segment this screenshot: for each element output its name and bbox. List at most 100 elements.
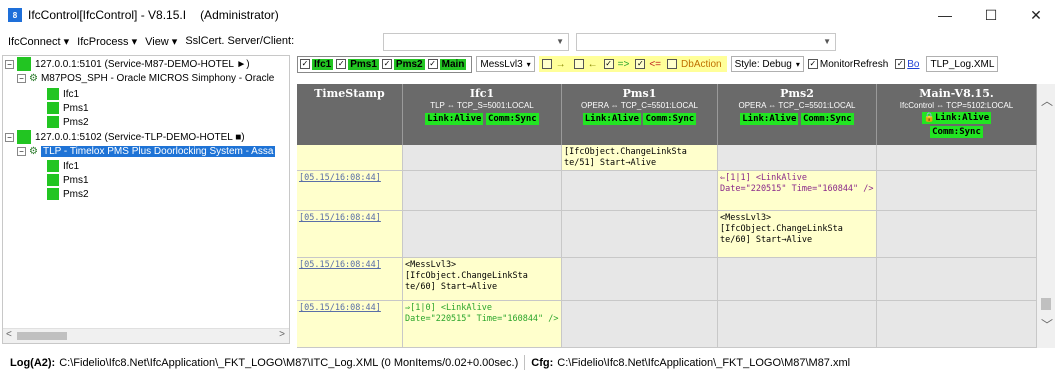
close-button[interactable]: ✕ bbox=[1013, 0, 1059, 30]
column-title: Ifc1 bbox=[469, 87, 495, 100]
scroll-up-icon[interactable]: ︿ bbox=[1041, 92, 1053, 109]
status-green-icon bbox=[47, 160, 59, 172]
tree-horizontal-scrollbar[interactable]: < > bbox=[3, 328, 289, 343]
maximize-button[interactable]: ☐ bbox=[968, 0, 1014, 30]
cfg-path: C:\Fidelio\Ifc8.Net\IfcApplication\_FKT_… bbox=[557, 356, 851, 369]
mess-level-select[interactable]: MessLvl3 ▾ bbox=[476, 56, 535, 72]
table-cell bbox=[562, 171, 718, 211]
link-status-badge: Link:Alive bbox=[425, 113, 484, 125]
pms1-checkbox[interactable]: ✓ Pms1 bbox=[336, 58, 379, 70]
arrow-right-checkbox[interactable] bbox=[541, 59, 552, 69]
table-row-timestamp[interactable]: [05.15/16:08:44] bbox=[297, 258, 403, 301]
column-header-ifc1[interactable]: Ifc1 TLP ⇔ TCP_S=5001:LOCAL Link:Alive C… bbox=[403, 84, 562, 145]
tree-node-label: Ifc1 bbox=[63, 88, 80, 100]
cfg-label: Cfg: bbox=[531, 356, 554, 369]
log-path: C:\Fidelio\Ifc8.Net\IfcApplication\_FKT_… bbox=[59, 356, 519, 369]
column-title: Main-V8.15. bbox=[919, 87, 994, 100]
style-select[interactable]: Style: Debug ▾ bbox=[730, 56, 804, 72]
device-icon: ⚙ bbox=[29, 72, 38, 84]
check-icon: ✓ bbox=[300, 59, 310, 69]
table-row-timestamp[interactable] bbox=[297, 145, 403, 171]
status-green-icon bbox=[47, 102, 59, 114]
column-header-timestamp[interactable]: TimeStamp bbox=[297, 84, 403, 145]
tree-node-pms2[interactable]: Pms2 bbox=[47, 187, 89, 201]
column-subtitle: IfcControl ⇔ TCP=5102:LOCAL bbox=[899, 101, 1014, 110]
arrow-left-checkbox[interactable] bbox=[573, 59, 584, 69]
main-checkbox[interactable]: ✓ Main bbox=[427, 58, 467, 70]
log-file-button[interactable]: TLP_Log.XML bbox=[926, 56, 999, 72]
style-value: Style: Debug bbox=[734, 58, 792, 70]
tree-node-pms1[interactable]: Pms1 bbox=[47, 173, 89, 187]
tree-node-service-tlp[interactable]: − 127.0.0.1:5102 (Service-TLP-DEMO-HOTEL… bbox=[5, 130, 245, 144]
menu-view[interactable]: View ▾ bbox=[145, 35, 177, 48]
table-row-timestamp[interactable]: [05.15/16:08:44] bbox=[297, 301, 403, 348]
table-cell bbox=[877, 301, 1037, 348]
table-row-timestamp[interactable]: [05.15/16:08:44] bbox=[297, 211, 403, 258]
scroll-left-icon[interactable]: < bbox=[6, 329, 12, 340]
tree-node-pms2[interactable]: Pms2 bbox=[47, 115, 89, 129]
link-status-badge: Link:Alive bbox=[740, 113, 799, 125]
column-header-pms1[interactable]: Pms1 OPERA ⇔ TCP_C=5501:LOCAL Link:Alive… bbox=[562, 84, 718, 145]
menu-ifcconnect[interactable]: IfcConnect ▾ bbox=[8, 35, 69, 48]
column-title: TimeStamp bbox=[314, 87, 385, 100]
table-cell bbox=[877, 171, 1037, 211]
connection-tree[interactable]: − 127.0.0.1:5101 (Service-M87-DEMO-HOTEL… bbox=[2, 55, 290, 344]
table-cell-message[interactable]: [IfcObject.ChangeLinkSta te/51] Start→Al… bbox=[562, 145, 718, 171]
table-cell bbox=[562, 211, 718, 258]
tree-node-service-m87[interactable]: − 127.0.0.1:5101 (Service-M87-DEMO-HOTEL… bbox=[5, 57, 250, 71]
window-admin-label: (Administrator) bbox=[200, 8, 279, 22]
table-cell-message[interactable]: ⇒[1|0] <LinkAlive Date="220515" Time="16… bbox=[403, 301, 562, 348]
arrow-back-label: <= bbox=[649, 58, 662, 70]
tree-node-ifc1[interactable]: Ifc1 bbox=[47, 159, 79, 173]
comm-status-badge: Comm:Sync bbox=[930, 126, 983, 138]
comm-status-badge: Comm:Sync bbox=[643, 113, 697, 125]
table-cell bbox=[403, 211, 562, 258]
bo-checkbox[interactable]: ✓ Bo bbox=[895, 59, 919, 70]
tree-node-tlp[interactable]: − ⚙ TLP - Timelox PMS Plus Doorlocking S… bbox=[17, 144, 276, 158]
scroll-right-icon[interactable]: > bbox=[279, 329, 285, 340]
table-cell-message[interactable]: <MessLvl3> [IfcObject.ChangeLinkSta te/6… bbox=[403, 258, 562, 301]
collapse-icon[interactable]: − bbox=[5, 59, 14, 69]
comm-status-badge: Comm:Sync bbox=[485, 113, 539, 125]
tree-node-ifc1[interactable]: Ifc1 bbox=[47, 87, 79, 101]
ifc1-checkbox[interactable]: ✓ Ifc1 bbox=[300, 58, 334, 70]
table-cell-message[interactable]: <MessLvl3> [IfcObject.ChangeLinkSta te/6… bbox=[718, 211, 877, 258]
scrollbar-thumb[interactable] bbox=[1041, 298, 1051, 310]
grid-vertical-scrollbar[interactable]: ︿ ﹀ bbox=[1037, 84, 1055, 348]
table-cell bbox=[877, 145, 1037, 171]
ssl-client-combo[interactable]: ▼ bbox=[576, 33, 836, 51]
db-action-checkbox[interactable] bbox=[667, 59, 678, 69]
table-row-timestamp[interactable]: [05.15/16:08:44] bbox=[297, 171, 403, 211]
scroll-down-icon[interactable]: ﹀ bbox=[1041, 316, 1053, 333]
chevron-down-icon: ▼ bbox=[556, 37, 564, 46]
tree-node-pms1[interactable]: Pms1 bbox=[47, 101, 89, 115]
db-action-label: DbAction bbox=[681, 58, 722, 70]
arrow-right-label: → bbox=[555, 58, 566, 70]
minimize-button[interactable]: — bbox=[922, 0, 968, 30]
pms2-checkbox[interactable]: ✓ Pms2 bbox=[381, 58, 425, 70]
tree-node-label: TLP - Timelox PMS Plus Doorlocking Syste… bbox=[40, 145, 276, 157]
table-cell bbox=[718, 258, 877, 301]
arrow-both-checkbox[interactable]: ✓ bbox=[603, 59, 614, 69]
ssl-server-combo[interactable]: ▼ bbox=[383, 33, 569, 51]
app-icon: 8 bbox=[8, 8, 22, 22]
device-icon: ⚙ bbox=[29, 145, 38, 157]
column-header-main[interactable]: Main-V8.15. IfcControl ⇔ TCP=5102:LOCAL … bbox=[877, 84, 1037, 145]
column-header-pms2[interactable]: Pms2 OPERA ⇔ TCP_C=5501:LOCAL Link:Alive… bbox=[718, 84, 877, 145]
column-subtitle: OPERA ⇔ TCP_C=5501:LOCAL bbox=[738, 101, 856, 110]
collapse-icon[interactable]: − bbox=[17, 73, 26, 83]
scrollbar-thumb[interactable] bbox=[17, 332, 67, 340]
table-cell-message[interactable]: ⇐[1|1] <LinkAlive Date="220515" Time="16… bbox=[718, 171, 877, 211]
menu-sslcert[interactable]: SslCert. Server/Client: bbox=[185, 35, 294, 47]
column-title: Pms2 bbox=[780, 87, 814, 100]
message-grid: TimeStamp Ifc1 TLP ⇔ TCP_S=5001:LOCAL Li… bbox=[297, 84, 1037, 348]
status-green-icon bbox=[47, 174, 59, 186]
tree-node-label: Ifc1 bbox=[63, 160, 80, 172]
collapse-icon[interactable]: − bbox=[17, 146, 26, 156]
arrow-back-checkbox[interactable]: ✓ bbox=[635, 59, 646, 69]
menu-ifcprocess[interactable]: IfcProcess ▾ bbox=[77, 35, 137, 48]
checkbox-label: Pms1 bbox=[348, 58, 379, 70]
monitor-refresh-checkbox[interactable]: ✓ MonitorRefresh bbox=[807, 59, 888, 70]
collapse-icon[interactable]: − bbox=[5, 132, 14, 142]
tree-node-m87pos[interactable]: − ⚙ M87POS_SPH - Oracle MICROS Simphony … bbox=[17, 71, 274, 85]
